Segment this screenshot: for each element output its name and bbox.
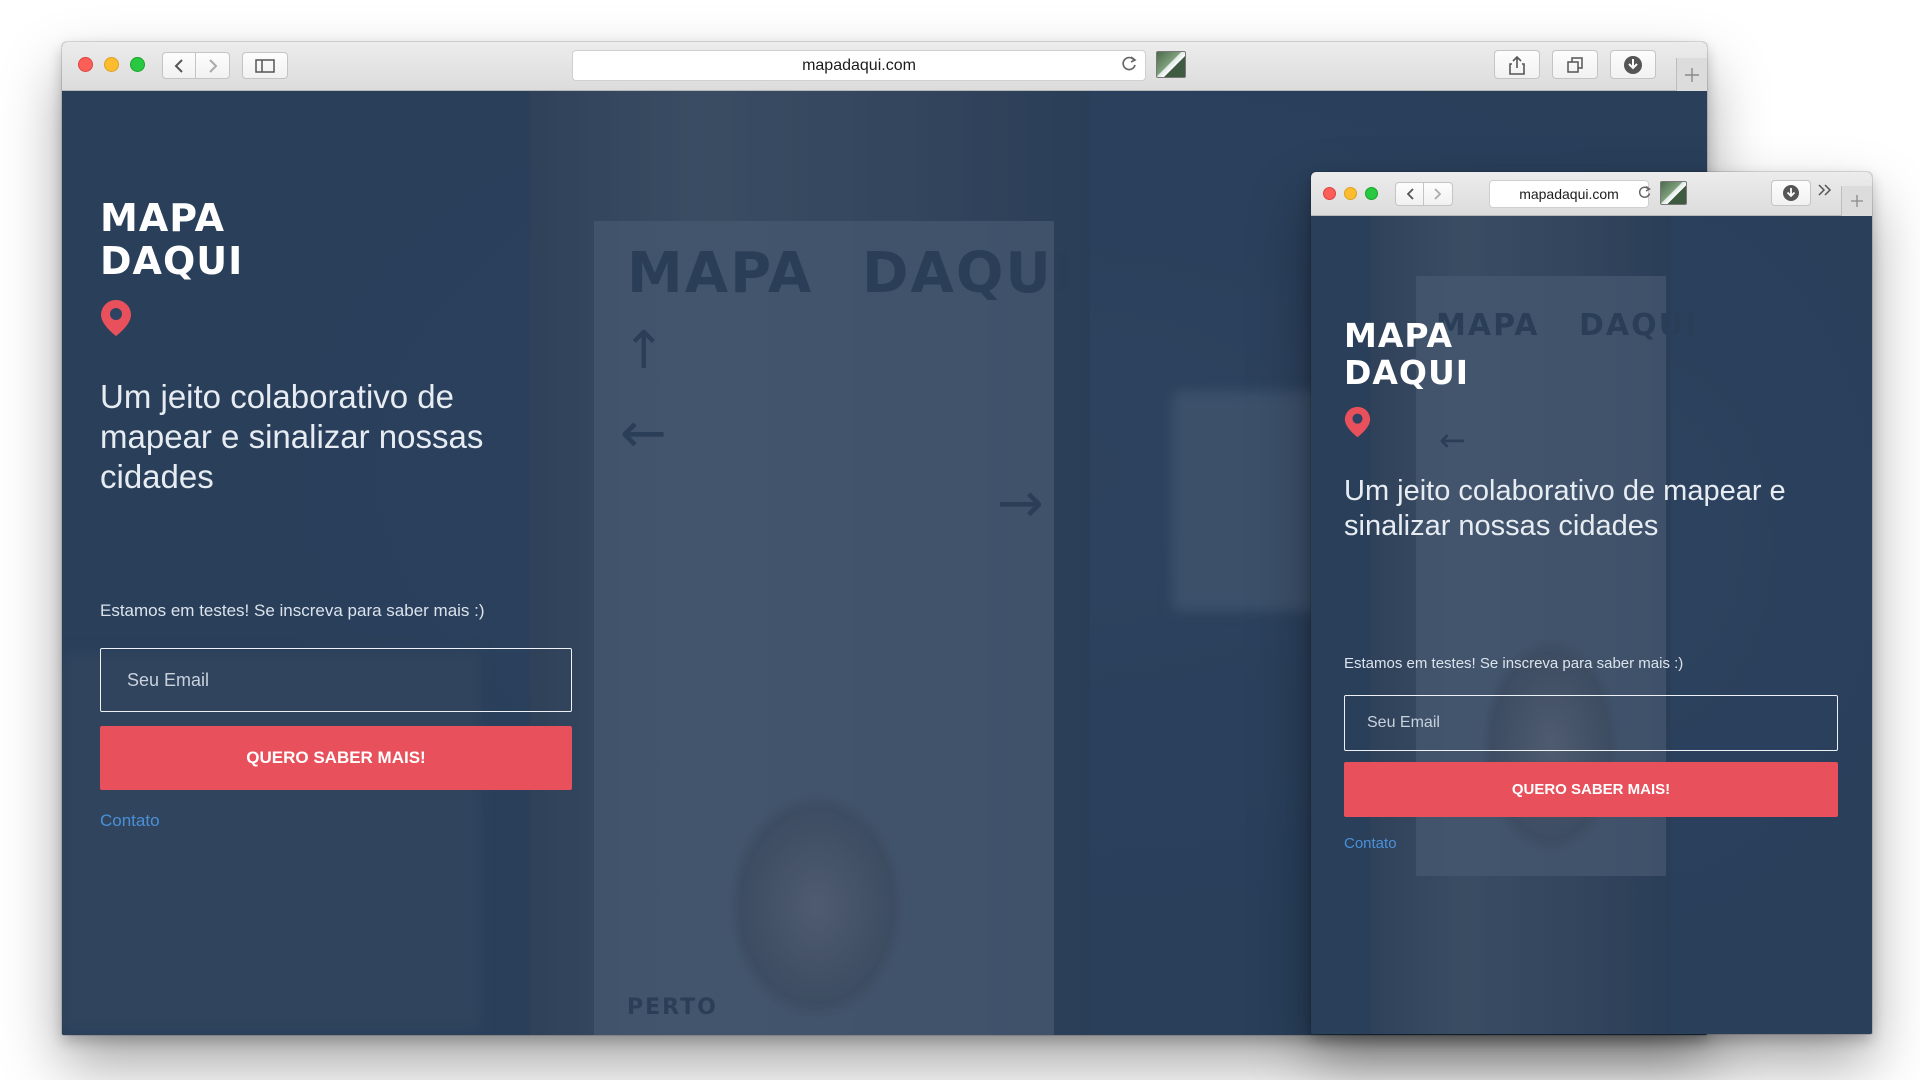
tabs-button[interactable] (1552, 50, 1598, 79)
headline: Um jeito colaborativo de mapear e sinali… (100, 377, 520, 497)
map-pin-icon (1344, 406, 1371, 438)
double-chevron-icon (1818, 184, 1832, 196)
contact-link[interactable]: Contato (100, 811, 160, 831)
close-window-button[interactable] (78, 57, 93, 72)
headline-line-1: Um jeito colaborativo de mapear e (1344, 475, 1786, 507)
contact-link[interactable]: Contato (1344, 835, 1397, 852)
extension-icon[interactable] (1156, 51, 1186, 78)
downloads-button[interactable] (1610, 50, 1656, 79)
headline: Um jeito colaborativo de mapear e sinali… (1344, 474, 1844, 544)
logo-line-2: DAQUI (1344, 352, 1470, 392)
zoom-window-button[interactable] (130, 57, 145, 72)
new-tab-button[interactable] (1841, 186, 1872, 216)
plus-icon (1851, 195, 1863, 207)
chevron-right-icon (208, 58, 217, 73)
headline-line-2: sinalizar nossas cidades (1344, 510, 1659, 542)
headline-line-3: cidades (100, 458, 214, 495)
desktop-toolbar: mapadaqui.com (62, 42, 1707, 91)
email-field[interactable] (1344, 695, 1838, 751)
zoom-window-button[interactable] (1365, 187, 1378, 200)
share-button[interactable] (1494, 50, 1540, 79)
sidebar-icon (255, 58, 275, 73)
minimize-window-button[interactable] (104, 57, 119, 72)
extension-icon[interactable] (1660, 181, 1687, 205)
logo: MAPA DAQUI (1344, 316, 1470, 392)
address-bar[interactable]: mapadaqui.com (1489, 180, 1649, 208)
new-tab-button[interactable] (1676, 58, 1707, 91)
tabs-icon (1567, 56, 1583, 73)
forward-button[interactable] (196, 52, 230, 79)
tablet-page: MAPA DAQUI ← MAPA DAQUI Um jeito colabor… (1311, 216, 1872, 1034)
reload-icon[interactable] (1120, 54, 1138, 79)
signup-button[interactable]: QUERO SABER MAIS! (1344, 762, 1838, 817)
back-button[interactable] (162, 52, 196, 79)
logo-line-2: DAQUI (100, 238, 244, 283)
chevron-left-icon (174, 58, 183, 73)
downloads-button[interactable] (1771, 180, 1811, 206)
headline-line-1: Um jeito colaborativo de (100, 378, 455, 415)
reload-icon[interactable] (1637, 184, 1652, 206)
tablet-toolbar: mapadaqui.com (1311, 172, 1872, 216)
headline-line-2: mapear e sinalizar nossas (100, 418, 484, 455)
signup-subtext: Estamos em testes! Se inscreva para sabe… (1344, 655, 1684, 672)
chevron-left-icon (1406, 188, 1414, 200)
close-window-button[interactable] (1323, 187, 1336, 200)
address-bar[interactable]: mapadaqui.com (572, 50, 1146, 81)
minimize-window-button[interactable] (1344, 187, 1357, 200)
email-field[interactable] (100, 648, 572, 712)
download-icon (1624, 55, 1642, 74)
toolbar-overflow-button[interactable] (1817, 183, 1833, 202)
share-icon (1509, 55, 1525, 75)
url-text: mapadaqui.com (1519, 186, 1619, 202)
url-text: mapadaqui.com (802, 56, 916, 74)
back-button[interactable] (1395, 182, 1424, 206)
logo: MAPA DAQUI (100, 197, 243, 282)
sidebar-button[interactable] (242, 52, 288, 79)
chevron-right-icon (1434, 188, 1442, 200)
tablet-browser-window: mapadaqui.com MAPA DAQUI ← MAPA DAQUI Um… (1311, 172, 1872, 1034)
logo-line-1: MAPA (1344, 316, 1454, 355)
logo-line-1: MAPA (100, 196, 225, 240)
map-pin-icon (101, 300, 131, 336)
download-icon (1783, 185, 1799, 201)
signup-button[interactable]: QUERO SABER MAIS! (100, 726, 572, 790)
forward-button[interactable] (1424, 182, 1453, 206)
plus-icon (1685, 67, 1699, 82)
signup-subtext: Estamos em testes! Se inscreva para sabe… (100, 601, 485, 620)
